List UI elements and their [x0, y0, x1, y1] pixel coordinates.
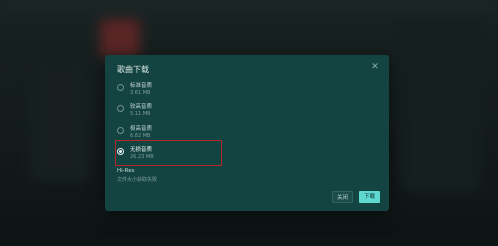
- selection-highlight-box: [115, 140, 222, 166]
- radio-button[interactable]: [117, 105, 124, 112]
- hires-label: Hi-Res: [117, 168, 135, 174]
- download-button[interactable]: 下载: [359, 191, 380, 203]
- quality-option-higher[interactable]: 较高音质 5.11 MB: [117, 102, 317, 122]
- option-size: 3.61 MB: [130, 90, 151, 96]
- song-download-dialog: 歌曲下载 ✕ 标准音质 3.61 MB 较高音质 5.11 MB 极高音质 6.…: [105, 55, 389, 211]
- quality-option-standard[interactable]: 标准音质 3.61 MB: [117, 81, 317, 101]
- dialog-title: 歌曲下载: [117, 65, 149, 74]
- option-size: 6.82 MB: [130, 133, 151, 139]
- close-button[interactable]: 关闭: [332, 191, 353, 203]
- option-label: 标准音质: [130, 83, 153, 89]
- radio-button[interactable]: [117, 84, 124, 91]
- option-size: 5.11 MB: [130, 111, 151, 117]
- option-label: 极高音质: [130, 126, 153, 132]
- close-icon[interactable]: ✕: [369, 61, 381, 73]
- option-label: 较高音质: [130, 104, 153, 110]
- radio-button[interactable]: [117, 127, 124, 134]
- hires-description: 文件大小获取失败: [117, 177, 158, 183]
